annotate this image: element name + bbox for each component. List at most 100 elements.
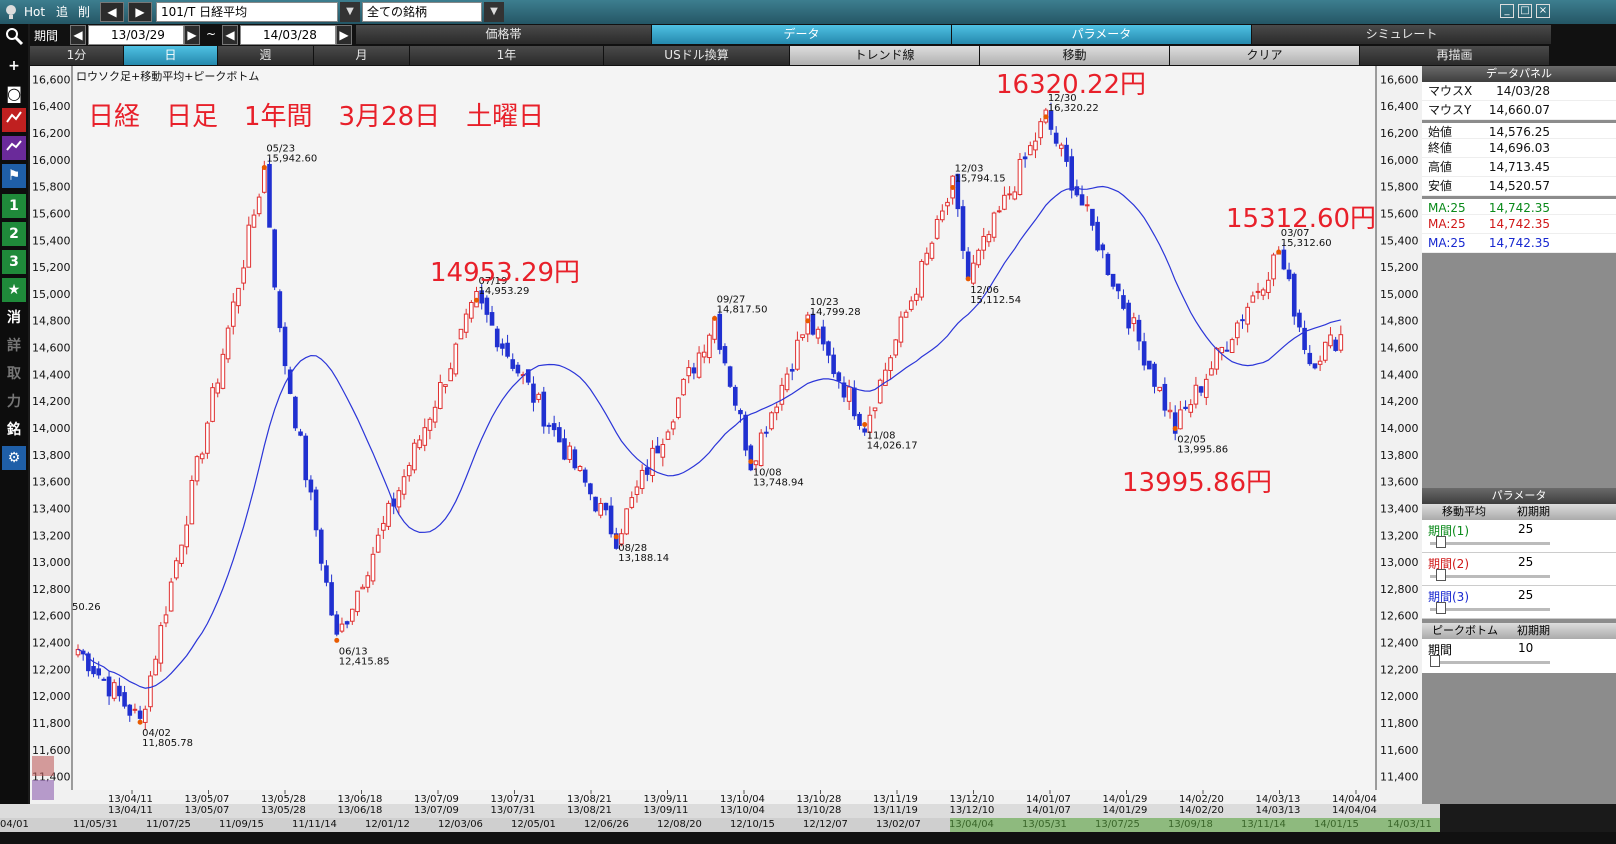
plus-icon[interactable]: + — [2, 54, 26, 78]
candle-body — [1203, 378, 1209, 398]
ma-period-row: 期間(2) 25 — [1422, 553, 1616, 586]
peak-period-value[interactable]: 10 — [1518, 641, 1533, 655]
candle-body — [469, 301, 474, 319]
camera-icon[interactable]: ◙ — [2, 82, 26, 106]
timeframe-1min[interactable]: 1分 — [30, 46, 124, 65]
end-next-button[interactable]: ▶ — [336, 25, 352, 45]
move-button[interactable]: 移動 — [980, 46, 1170, 65]
timeframe-1year[interactable]: 1年 — [410, 46, 604, 65]
candle-body — [1007, 193, 1012, 196]
menu-data[interactable]: データ — [652, 25, 952, 44]
layout-1-button[interactable]: 1 — [2, 194, 26, 218]
chart-area[interactable]: 16,600 16,600 16,400 16,400 16,200 16,200 16,0… — [30, 66, 1422, 805]
next-symbol-button[interactable]: ▶ — [128, 2, 152, 22]
erase-button[interactable]: 消 — [2, 306, 26, 330]
overview-selection[interactable] — [950, 818, 1440, 832]
candle-body — [945, 201, 950, 207]
input-button[interactable]: 力 — [2, 390, 26, 414]
mini-chart-red-icon[interactable] — [32, 756, 54, 776]
ma-period-value[interactable]: 25 — [1518, 588, 1533, 602]
mini-chart-purple-icon[interactable] — [32, 780, 54, 800]
y-tick-label-right: 15,200 — [1380, 261, 1419, 274]
ma-period-slider-thumb[interactable] — [1436, 569, 1446, 581]
menu-simulate[interactable]: シミュレート — [1252, 25, 1552, 44]
star-icon[interactable]: ★ — [2, 278, 26, 302]
start-next-button[interactable]: ▶ — [184, 25, 200, 45]
peak-marker — [805, 318, 811, 324]
gear-icon[interactable]: ⚙ — [2, 446, 26, 470]
peak-marker — [862, 421, 868, 427]
peak-marker — [950, 184, 956, 190]
layout-2-button[interactable]: 2 — [2, 222, 26, 246]
detail-button[interactable]: 詳 — [2, 334, 26, 358]
candle-body — [551, 423, 557, 431]
menu-price-band[interactable]: 価格帯 — [356, 25, 652, 44]
candle-body — [639, 469, 645, 490]
issue-button[interactable]: 銘 — [2, 418, 26, 442]
start-prev-button[interactable]: ◀ — [70, 25, 86, 45]
bulb-icon[interactable] — [4, 2, 20, 22]
ma-period-slider[interactable] — [1430, 575, 1550, 578]
candle-body — [727, 366, 733, 387]
app-window: Hot 追 削 ◀ ▶ 101/T 日経平均 ▼ 全ての銘柄 ▼ _ □ × 期… — [0, 0, 1616, 844]
candle-body — [588, 483, 593, 495]
peak-marker — [712, 315, 718, 321]
y-tick-label-left: 12,600 — [32, 610, 71, 623]
hot-button[interactable]: Hot — [24, 2, 45, 22]
universe-dropdown-icon[interactable]: ▼ — [484, 2, 504, 22]
ma-period-slider[interactable] — [1430, 608, 1550, 611]
flag-icon[interactable]: ⚑ — [2, 164, 26, 188]
symbol-field[interactable]: 101/T 日経平均 — [156, 2, 338, 22]
universe-field[interactable]: 全ての銘柄 — [362, 2, 482, 22]
ma-period-slider[interactable] — [1430, 542, 1550, 545]
candle-body — [1069, 156, 1074, 191]
search-icon[interactable] — [2, 26, 26, 50]
start-date-field[interactable]: 13/03/29 — [88, 25, 184, 45]
menu-parameter[interactable]: パラメータ — [952, 25, 1252, 44]
delete-button[interactable]: 削 — [78, 2, 90, 22]
y-tick-label-right: 11,600 — [1380, 744, 1419, 757]
candle-body — [634, 486, 640, 495]
timeframe-month[interactable]: 月 — [314, 46, 410, 65]
ma-period-value[interactable]: 25 — [1518, 555, 1533, 569]
bottom-scroll-strip[interactable]: 13/04/11 13/05/07 13/05/28 13/06/18 13/07/09… — [0, 804, 1616, 844]
overview-date: 12/12/07 — [803, 819, 848, 830]
candle-body — [1147, 360, 1152, 370]
peak-marker — [748, 459, 754, 465]
menu-row: 期間 ◀ 13/03/29 ▶ ~ ◀ 14/03/28 ▶ 価格帯 データ パ… — [30, 24, 1616, 46]
ma-reset-button[interactable]: 初期期 — [1517, 504, 1550, 520]
chart-red-icon[interactable] — [2, 108, 26, 132]
redraw-button[interactable]: 再描画 — [1360, 46, 1550, 65]
peak-reset-button[interactable]: 初期期 — [1517, 623, 1550, 639]
maximize-icon[interactable]: □ — [1518, 4, 1532, 18]
end-prev-button[interactable]: ◀ — [222, 25, 238, 45]
ma-period-slider-thumb[interactable] — [1436, 602, 1446, 614]
candle-body — [215, 382, 221, 394]
candle-body — [1281, 249, 1287, 270]
clear-button[interactable]: クリア — [1170, 46, 1360, 65]
close-icon[interactable]: × — [1536, 4, 1550, 18]
candlestick-chart[interactable]: 16,600 16,600 16,400 16,400 16,200 16,200 16,0… — [30, 66, 1422, 805]
end-date-field[interactable]: 14/03/28 — [240, 25, 336, 45]
candle-body — [898, 316, 904, 343]
timeframe-week[interactable]: 週 — [218, 46, 314, 65]
candle-body — [220, 353, 226, 389]
layout-3-button[interactable]: 3 — [2, 250, 26, 274]
fetch-button[interactable]: 取 — [2, 362, 26, 386]
chart-purple-icon[interactable] — [2, 136, 26, 160]
candle-body — [872, 407, 878, 412]
usd-conversion-button[interactable]: USドル換算 — [604, 46, 790, 65]
peak-period-slider-thumb[interactable] — [1430, 655, 1440, 667]
minimize-icon[interactable]: _ — [1500, 4, 1514, 18]
bottom-overview-dates[interactable]: 04/01 11/05/31 11/07/25 11/09/15 11/11/14 12/… — [0, 818, 1440, 832]
data-panel-key: 安値 — [1428, 179, 1453, 193]
ma-period-value[interactable]: 25 — [1518, 522, 1533, 536]
trendline-button[interactable]: トレンド線 — [790, 46, 980, 65]
prev-symbol-button[interactable]: ◀ — [100, 2, 124, 22]
timeframe-day[interactable]: 日 — [124, 46, 218, 65]
candle-body — [324, 565, 329, 583]
ma-period-slider-thumb[interactable] — [1436, 536, 1446, 548]
symbol-dropdown-icon[interactable]: ▼ — [340, 2, 360, 22]
peak-period-slider[interactable] — [1430, 661, 1550, 664]
back-button[interactable]: 追 — [56, 2, 68, 22]
